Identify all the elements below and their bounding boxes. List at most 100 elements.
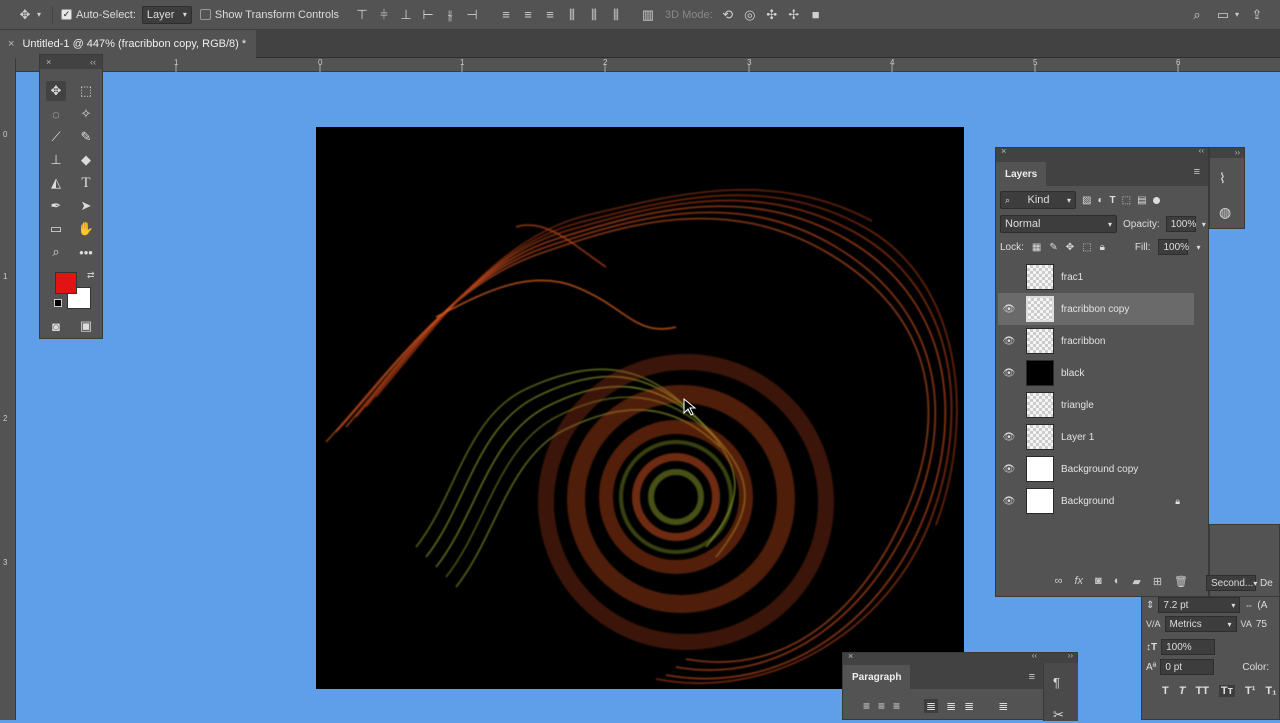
hand-tool-icon[interactable]: ✋ bbox=[76, 219, 96, 239]
filter-smart-object-icon[interactable]: ▤ bbox=[1137, 195, 1146, 206]
document-canvas[interactable] bbox=[316, 127, 964, 689]
fill-input[interactable]: 100% bbox=[1158, 239, 1189, 255]
trash-icon[interactable]: 🗑︎ bbox=[1174, 575, 1188, 588]
path-selection-tool-icon[interactable]: ➤ bbox=[76, 196, 96, 216]
pen-tool-icon[interactable]: ✒ bbox=[46, 196, 66, 216]
align-center-text-icon[interactable]: ≡ bbox=[878, 699, 885, 713]
align-left-text-icon[interactable]: ≡ bbox=[863, 699, 870, 713]
link-layers-icon[interactable]: ∞ bbox=[1055, 575, 1063, 588]
paragraph-panel-titlebar[interactable]: × ‹‹ ›› bbox=[843, 651, 1077, 663]
slide-3d-icon[interactable]: ✢ bbox=[785, 6, 803, 24]
stamp-tool-icon[interactable]: ⊥ bbox=[46, 150, 66, 170]
filter-kind-dropdown[interactable]: ⌕ Kind ▾ bbox=[1000, 191, 1076, 209]
baseline-shift-input[interactable]: 0 pt bbox=[1160, 659, 1215, 675]
type-tool-icon[interactable]: T bbox=[76, 173, 96, 193]
chevron-down-icon[interactable]: ▾ bbox=[34, 6, 44, 24]
align-bottom-icon[interactable]: ⊥ bbox=[397, 6, 415, 24]
filter-pixel-icon[interactable]: ▨ bbox=[1082, 195, 1091, 206]
chevron-down-icon[interactable]: ▾ bbox=[1202, 220, 1206, 229]
tools-preset-icon[interactable]: ✂ bbox=[1053, 707, 1064, 723]
all-caps-icon[interactable]: TT bbox=[1195, 685, 1208, 697]
eye-icon[interactable]: 👁︎ bbox=[998, 496, 1020, 507]
eye-icon[interactable]: 👁︎ bbox=[998, 464, 1020, 475]
adjustment-layer-icon[interactable]: ◐ bbox=[1114, 575, 1121, 588]
new-layer-icon[interactable]: ⊞ bbox=[1153, 575, 1162, 588]
align-hcenter-icon[interactable]: ⫳ bbox=[441, 6, 459, 24]
eye-icon[interactable]: 👁︎ bbox=[998, 336, 1020, 347]
camera-3d-icon[interactable]: ■ bbox=[807, 6, 825, 24]
panel-menu-icon[interactable]: ≡ bbox=[1029, 671, 1035, 683]
fx-icon[interactable]: fx bbox=[1074, 575, 1083, 588]
swap-colors-icon[interactable]: ⇄ bbox=[87, 270, 95, 281]
faux-italic-icon[interactable]: T bbox=[1179, 685, 1186, 697]
filter-adjustment-icon[interactable]: ◐ bbox=[1097, 195, 1103, 206]
eraser-tool-icon[interactable]: ◆ bbox=[76, 150, 96, 170]
align-top-icon[interactable]: ⊤ bbox=[353, 6, 371, 24]
lock-transparent-icon[interactable]: ▦ bbox=[1032, 242, 1041, 253]
subscript-icon[interactable]: T₁ bbox=[1265, 685, 1276, 697]
expand-icon[interactable]: ›› bbox=[1068, 651, 1073, 660]
distribute-vcenter-icon[interactable]: ≡ bbox=[519, 6, 537, 24]
justify-last-right-icon[interactable]: ≣ bbox=[964, 699, 974, 713]
quick-mask-icon[interactable]: ◙ bbox=[46, 316, 66, 336]
distribute-hcenter-icon[interactable]: ⫼ bbox=[585, 6, 603, 24]
layers-panel-titlebar[interactable]: × ‹‹ bbox=[996, 146, 1208, 158]
screen-mode-icon[interactable]: ▣ bbox=[76, 316, 96, 336]
share-icon[interactable]: ⇪ bbox=[1248, 6, 1266, 24]
paragraph-styles-icon[interactable]: ¶ bbox=[1053, 675, 1060, 690]
distribute-left-icon[interactable]: ⫼ bbox=[563, 6, 581, 24]
pan-3d-icon[interactable]: ✣ bbox=[763, 6, 781, 24]
lasso-tool-icon[interactable]: ◌ bbox=[46, 104, 66, 124]
align-left-icon[interactable]: ⊢ bbox=[419, 6, 437, 24]
eye-icon[interactable]: 👁︎ bbox=[998, 432, 1020, 443]
collapse-icon[interactable]: ‹‹ bbox=[1199, 146, 1204, 155]
filter-type-icon[interactable]: T bbox=[1110, 195, 1116, 206]
auto-align-icon[interactable]: ▥ bbox=[639, 6, 657, 24]
align-vcenter-icon[interactable]: ⫩ bbox=[375, 6, 393, 24]
more-tools-icon[interactable]: ••• bbox=[76, 242, 96, 262]
collapse-icon[interactable]: ‹‹ bbox=[1032, 651, 1037, 660]
lock-all-icon[interactable]: 🔒︎ bbox=[1100, 242, 1105, 253]
layer-row[interactable]: 👁︎ Background 🔒︎ bbox=[998, 485, 1194, 517]
eyedropper-tool-icon[interactable]: ⟋ bbox=[46, 127, 66, 147]
justify-all-icon[interactable]: ≣ bbox=[998, 699, 1008, 713]
small-caps-icon[interactable]: Tт bbox=[1218, 685, 1236, 697]
move-tool-icon[interactable]: ✥ bbox=[16, 6, 34, 24]
move-tool-icon[interactable]: ✥ bbox=[46, 81, 66, 101]
rectangle-tool-icon[interactable]: ▭ bbox=[46, 219, 66, 239]
zoom-tool-icon[interactable]: ⌕ bbox=[46, 242, 66, 262]
blend-mode-dropdown[interactable]: Normal ▾ bbox=[1000, 215, 1117, 233]
orbit-3d-icon[interactable]: ⟲ bbox=[719, 6, 737, 24]
kerning-dropdown[interactable]: Metrics ▾ bbox=[1164, 616, 1237, 632]
close-icon[interactable]: × bbox=[46, 57, 51, 67]
align-right-text-icon[interactable]: ≡ bbox=[893, 699, 900, 713]
tab-layers[interactable]: Layers bbox=[996, 162, 1047, 186]
layer-row[interactable]: 👁︎ fracribbon copy bbox=[998, 293, 1194, 325]
close-icon[interactable]: × bbox=[1001, 146, 1006, 156]
layer-row[interactable]: 👁︎ fracribbon bbox=[998, 325, 1194, 357]
magic-wand-tool-icon[interactable]: ✧ bbox=[76, 104, 96, 124]
distribute-right-icon[interactable]: ⫼ bbox=[607, 6, 625, 24]
paths-panel-icon[interactable]: ⌇ bbox=[1219, 170, 1226, 187]
vertical-ruler[interactable]: 0 1 2 3 bbox=[0, 58, 16, 720]
superscript-icon[interactable]: T¹ bbox=[1245, 685, 1255, 697]
eye-icon[interactable]: 👁︎ bbox=[998, 368, 1020, 379]
align-right-icon[interactable]: ⊣ bbox=[463, 6, 481, 24]
chevron-down-icon[interactable]: ▾ bbox=[1196, 243, 1200, 252]
tools-panel-header[interactable]: × ‹‹ bbox=[40, 55, 102, 69]
chevron-down-icon[interactable]: ▾ bbox=[1232, 6, 1242, 24]
new-group-icon[interactable]: ▰ bbox=[1132, 575, 1140, 588]
filter-toggle-icon[interactable] bbox=[1152, 196, 1160, 204]
layer-row[interactable]: triangle bbox=[998, 389, 1194, 421]
close-icon[interactable]: × bbox=[848, 651, 853, 661]
filter-shape-icon[interactable]: ⬚ bbox=[1122, 195, 1131, 206]
layer-row[interactable]: 👁︎ black bbox=[998, 357, 1194, 389]
collapse-icon[interactable]: ‹‹ bbox=[90, 57, 96, 67]
eye-icon[interactable]: 👁︎ bbox=[998, 304, 1020, 315]
foreground-color-swatch[interactable] bbox=[55, 272, 77, 294]
paint-bucket-tool-icon[interactable]: ◭ bbox=[46, 173, 66, 193]
opacity-input[interactable]: 100% bbox=[1165, 216, 1196, 232]
panel-menu-icon[interactable]: ≡ bbox=[1194, 166, 1200, 178]
distribute-top-icon[interactable]: ≡ bbox=[497, 6, 515, 24]
distribute-bottom-icon[interactable]: ≡ bbox=[541, 6, 559, 24]
